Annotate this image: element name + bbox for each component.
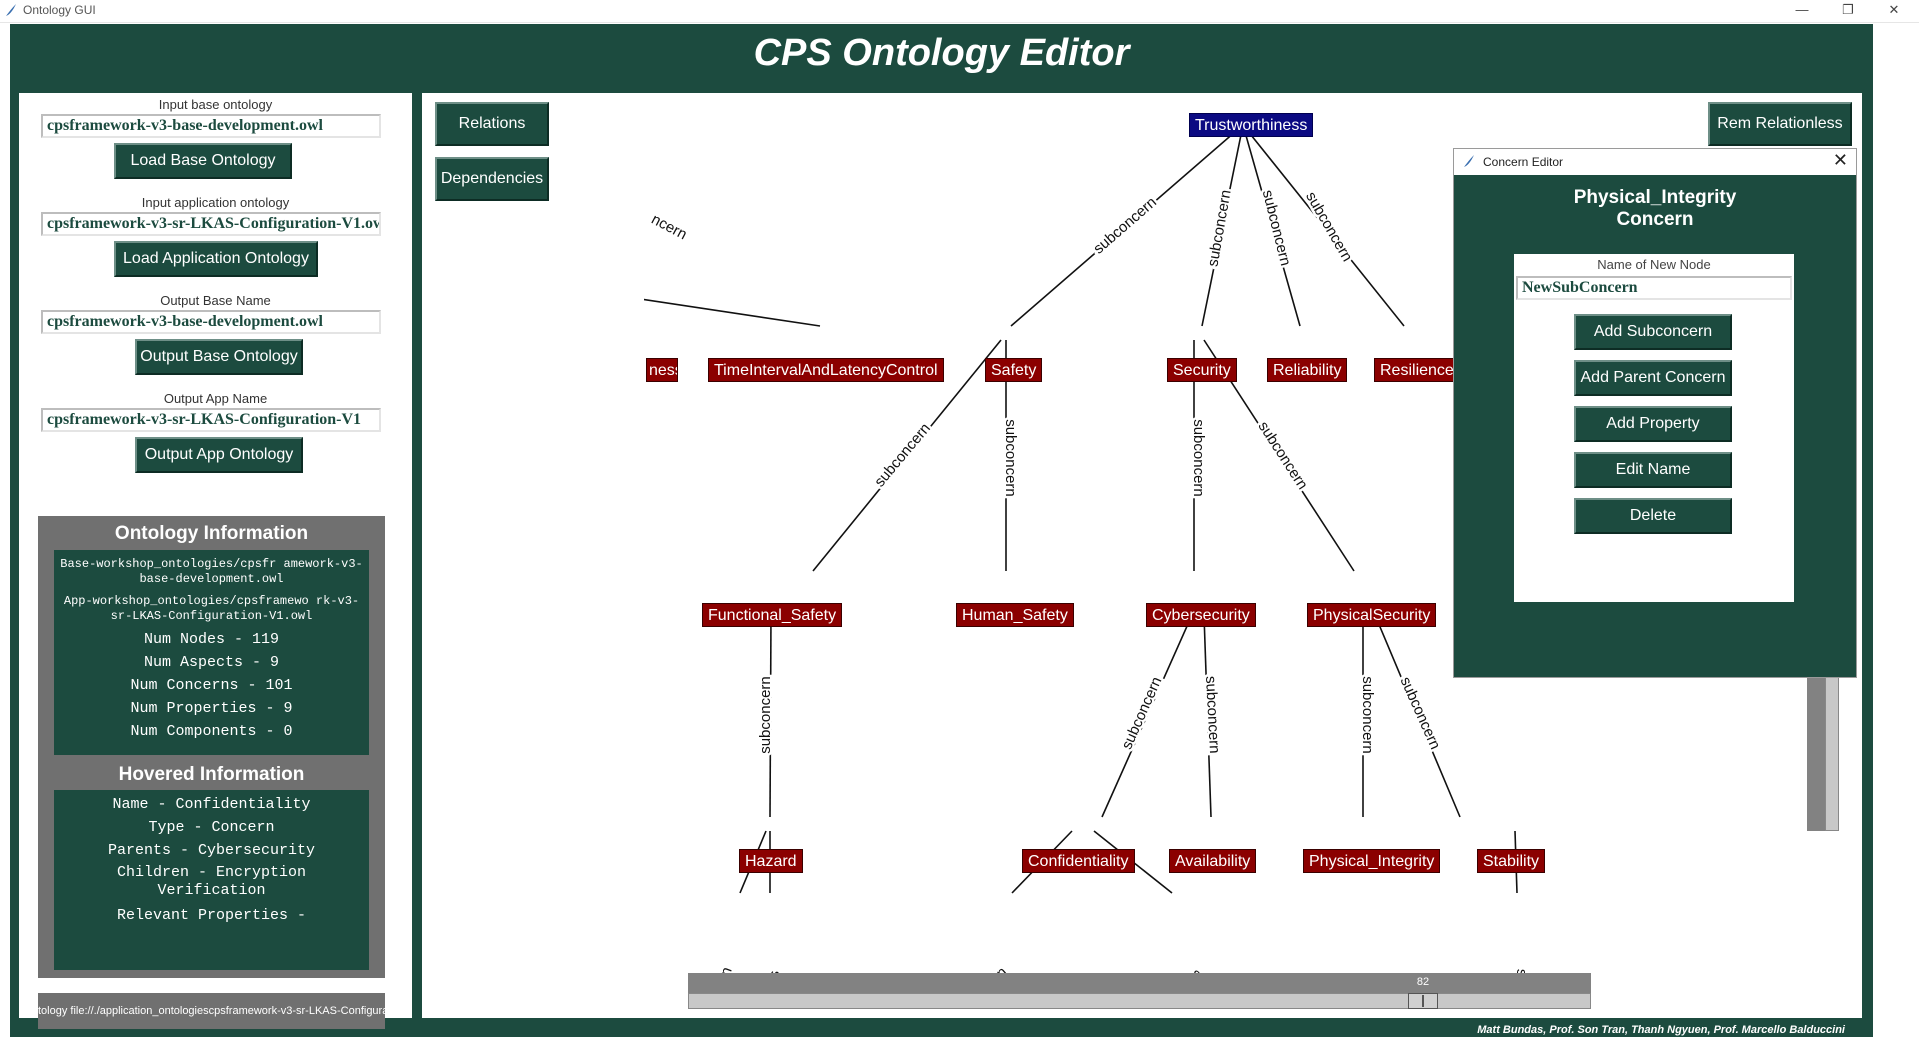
- num-concerns-text: Num Concerns - 101: [130, 677, 293, 694]
- output-app-input[interactable]: cpsframework-v3-sr-LKAS-Configuration-V1: [41, 408, 381, 432]
- app-input-label: Input application ontology: [141, 195, 290, 210]
- output-app-label: Output App Name: [163, 391, 268, 406]
- edge-label: subconcern: [1202, 676, 1223, 754]
- add-property-button[interactable]: Add Property: [1574, 406, 1732, 442]
- dialog-close-icon[interactable]: ✕: [1833, 150, 1848, 171]
- node-confidentiality[interactable]: Confidentiality: [1022, 849, 1135, 873]
- base-input-label: Input base ontology: [158, 97, 273, 112]
- restore-button[interactable]: ❐: [1825, 0, 1871, 22]
- relations-button[interactable]: Relations: [435, 102, 549, 146]
- add-parent-concern-button[interactable]: Add Parent Concern: [1574, 360, 1732, 396]
- info-box: Ontology Information Base-workshop_ontol…: [38, 516, 385, 978]
- zoom-slider-track[interactable]: [688, 993, 1591, 1009]
- hovered-parents-text: Parents - Cybersecurity: [107, 842, 316, 859]
- load-base-ontology-button[interactable]: Load Base Ontology: [114, 143, 292, 179]
- dialog-heading: Physical_Integrity Concern: [1454, 187, 1856, 231]
- minimize-button[interactable]: —: [1779, 0, 1825, 22]
- output-app-ontology-button[interactable]: Output App Ontology: [135, 437, 303, 473]
- node-resilience[interactable]: Resilience: [1374, 358, 1460, 382]
- node-stability[interactable]: Stability: [1477, 849, 1546, 873]
- edge-label: subconcern: [1190, 419, 1207, 497]
- base-path-text: Base-workshop_ontologies/cpsfr amework-v…: [60, 557, 363, 586]
- hovered-type-text: Type - Concern: [148, 819, 275, 836]
- dialog-title: Concern Editor: [1483, 155, 1564, 169]
- feather-icon: [1464, 155, 1474, 167]
- delete-button[interactable]: Delete: [1574, 498, 1732, 534]
- add-subconcern-button[interactable]: Add Subconcern: [1574, 314, 1732, 350]
- node-physical-integrity[interactable]: Physical_Integrity: [1303, 849, 1441, 873]
- feather-icon: [6, 4, 16, 16]
- app-ontology-input[interactable]: cpsframework-v3-sr-LKAS-Configuration-V1…: [41, 212, 381, 236]
- close-window-button[interactable]: ✕: [1871, 0, 1917, 22]
- hovered-name-text: Name - Confidentiality: [112, 796, 311, 813]
- node-partial[interactable]: ness: [646, 358, 678, 382]
- node-time-interval-latency-control[interactable]: TimeIntervalAndLatencyControl: [708, 358, 944, 382]
- node-cybersecurity[interactable]: Cybersecurity: [1146, 603, 1256, 627]
- ontology-info-panel: Base-workshop_ontologies/cpsfr amework-v…: [54, 550, 369, 755]
- dialog-panel: Name of New Node NewSubConcern Add Subco…: [1514, 254, 1794, 602]
- concern-editor-dialog: Concern Editor ✕ Physical_Integrity Conc…: [1453, 148, 1857, 678]
- edge-label: subconcern: [757, 676, 774, 754]
- node-safety[interactable]: Safety: [985, 358, 1043, 382]
- zoom-slider-thumb[interactable]: [1408, 993, 1438, 1009]
- edge-label-partial: ncern: [649, 211, 690, 244]
- hovered-children-text: Children - Encryption Verification: [116, 864, 307, 899]
- hovered-relevant-text: Relevant Properties -: [116, 907, 307, 924]
- base-ontology-input[interactable]: cpsframework-v3-base-development.owl: [41, 114, 381, 138]
- new-node-name-label: Name of New Node: [1597, 257, 1711, 272]
- load-app-ontology-button[interactable]: Load Application Ontology: [114, 241, 318, 277]
- rem-relationless-button[interactable]: Rem Relationless: [1708, 102, 1852, 146]
- edge-label: subconcern: [1359, 676, 1376, 754]
- edge-label: subconcern: [1255, 418, 1312, 492]
- zoom-slider[interactable]: 82: [688, 973, 1591, 1011]
- edge-label: subconcern: [1090, 194, 1160, 258]
- output-base-label: Output Base Name: [160, 293, 271, 308]
- node-reliability[interactable]: Reliability: [1267, 358, 1348, 382]
- app-path-text: App-workshop_ontologies/cpsframewo rk-v3…: [63, 594, 360, 623]
- edit-name-button[interactable]: Edit Name: [1574, 452, 1732, 488]
- num-aspects-text: Num Aspects - 9: [143, 654, 280, 671]
- output-base-input[interactable]: cpsframework-v3-base-development.owl: [41, 310, 381, 334]
- new-node-name-input[interactable]: NewSubConcern: [1516, 276, 1792, 300]
- hovered-info-panel: Name - Confidentiality Type - Concern Pa…: [54, 790, 369, 970]
- status-bar: tology file://./application_ontologiescp…: [38, 993, 385, 1029]
- node-human-safety[interactable]: Human_Safety: [956, 603, 1074, 627]
- num-properties-text: Num Properties - 9: [130, 700, 293, 717]
- edge-label: subconcern: [1118, 674, 1165, 752]
- dependencies-button[interactable]: Dependencies: [435, 157, 549, 201]
- edge-label: subconcern: [1302, 189, 1356, 265]
- dialog-heading-type: Concern: [1616, 209, 1694, 230]
- node-trustworthiness[interactable]: Trustworthiness: [1189, 113, 1314, 137]
- node-availability[interactable]: Availability: [1169, 849, 1257, 873]
- zoom-slider-value: 82: [1416, 976, 1430, 988]
- node-functional-safety[interactable]: Functional_Safety: [702, 603, 843, 627]
- edge-label: subconcern: [1204, 189, 1234, 268]
- left-panel: Input base ontology cpsframework-v3-base…: [19, 93, 412, 1029]
- num-components-text: Num Components - 0: [130, 723, 293, 740]
- output-base-ontology-button[interactable]: Output Base Ontology: [135, 339, 303, 375]
- zoom-slider-track-top: [688, 973, 1591, 993]
- ontology-info-heading: Ontology Information: [114, 523, 309, 544]
- node-security[interactable]: Security: [1167, 358, 1237, 382]
- app-title: CPS Ontology Editor: [753, 32, 1130, 74]
- credits-text: Matt Bundas, Prof. Son Tran, Thanh Ngyue…: [1477, 1024, 1845, 1036]
- dialog-heading-name: Physical_Integrity: [1573, 187, 1737, 208]
- edge-label: subconcern: [1397, 674, 1444, 752]
- edge-label: subconcern: [1259, 188, 1294, 267]
- edge-label: subconcern: [1002, 419, 1019, 497]
- hovered-info-heading: Hovered Information: [118, 764, 305, 785]
- window-titlebar: Ontology GUI — ❐ ✕: [0, 0, 1919, 23]
- node-hazard[interactable]: Hazard: [739, 849, 803, 873]
- node-physical-security[interactable]: PhysicalSecurity: [1307, 603, 1437, 627]
- dialog-titlebar: Concern Editor ✕: [1454, 149, 1856, 175]
- edge-label: subconcern: [871, 420, 934, 490]
- num-nodes-text: Num Nodes - 119: [143, 631, 280, 648]
- window-title: Ontology GUI: [23, 3, 96, 17]
